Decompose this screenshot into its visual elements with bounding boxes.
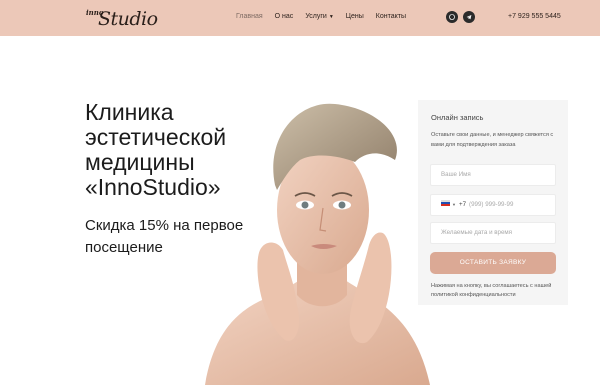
model-portrait-image [205, 103, 430, 385]
nav-item-home[interactable]: Главная [236, 13, 263, 20]
chevron-down-icon: ▼ [328, 14, 334, 20]
logo-small-text: inno [86, 8, 104, 17]
logo-big-text: Studio [98, 8, 158, 30]
chevron-down-icon[interactable]: ▼ [452, 202, 456, 207]
site-header: inno Studio Главная О нас Услуги ▼ Цены К… [0, 0, 600, 36]
privacy-consent-text: Нажимая на кнопку, вы соглашаетесь с наш… [431, 283, 552, 298]
phone-input[interactable]: ▼ +7 (999) 999-99-99 [430, 194, 556, 216]
form-title: Онлайн запись [431, 113, 484, 122]
submit-button[interactable]: ОСТАВИТЬ ЗАЯВКУ [430, 252, 556, 274]
nav-item-about[interactable]: О нас [275, 13, 294, 20]
name-input[interactable]: Ваше Имя [430, 164, 556, 186]
nav-item-contacts[interactable]: Контакты [376, 13, 406, 20]
main-nav: Главная О нас Услуги ▼ Цены Контакты [236, 13, 406, 20]
date-time-input[interactable]: Желаемые дата и время [430, 222, 556, 244]
name-input-placeholder: Ваше Имя [441, 171, 471, 178]
russia-flag-icon[interactable] [441, 200, 450, 207]
whatsapp-icon[interactable] [446, 11, 458, 23]
telegram-icon[interactable] [463, 11, 475, 23]
nav-item-prices[interactable]: Цены [346, 13, 364, 20]
phone-input-placeholder: (999) 999-99-99 [469, 201, 514, 208]
date-time-input-placeholder: Желаемые дата и время [441, 229, 513, 236]
phone-country-code: +7 [458, 201, 467, 208]
nav-item-services[interactable]: Услуги ▼ [305, 13, 333, 20]
header-phone[interactable]: +7 929 555 5445 [508, 13, 561, 20]
nav-item-services-label: Услуги [305, 13, 327, 20]
logo[interactable]: inno Studio [86, 6, 158, 30]
booking-form: Онлайн запись Оставьте свои данные, и ме… [418, 100, 568, 305]
form-description: Оставьте свои данные, и менеджер свяжетс… [431, 132, 554, 148]
